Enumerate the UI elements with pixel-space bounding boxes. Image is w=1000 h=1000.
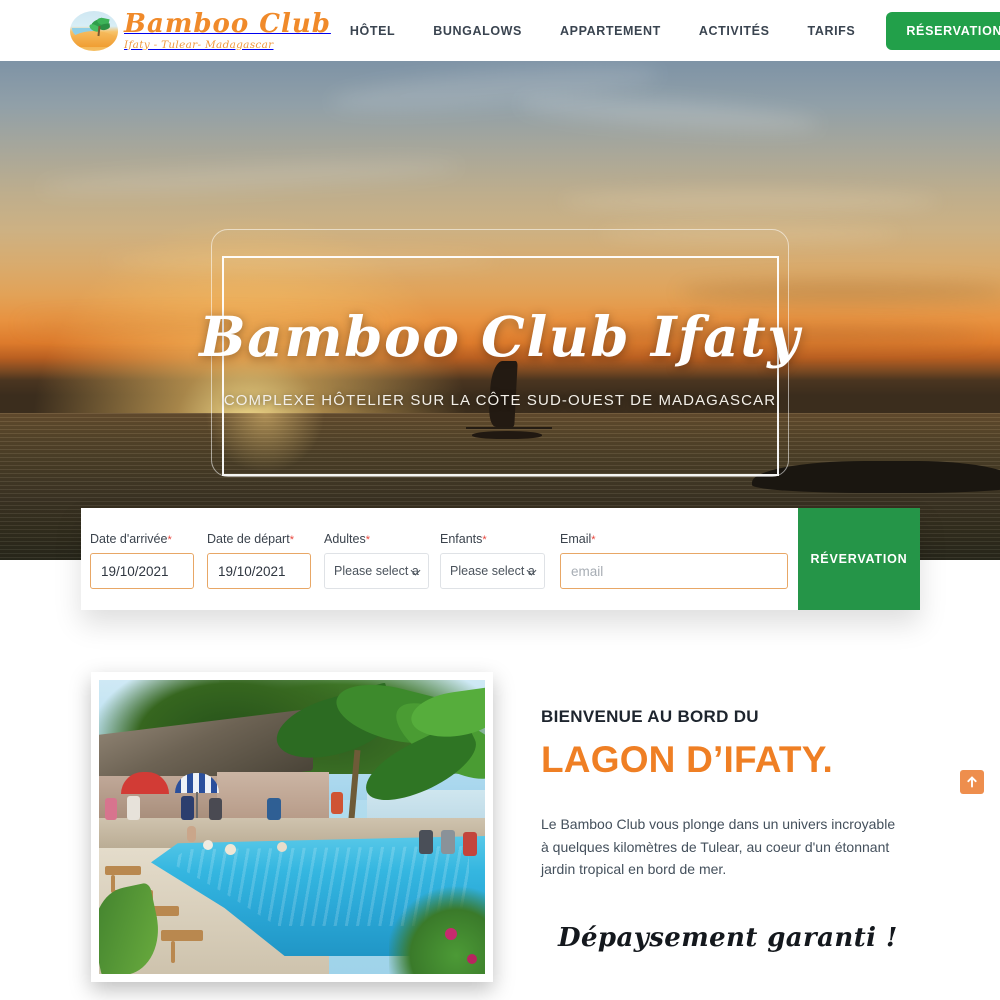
adults-select[interactable]: Please select a [324, 553, 429, 589]
label-departure-date: Date de départ* [207, 532, 294, 546]
header-reservation-button[interactable]: RÉSERVATION [886, 11, 1000, 50]
departure-date-input[interactable] [207, 553, 311, 589]
label-arrival-date: Date d'arrivée* [90, 532, 172, 546]
nav-item-hotel[interactable]: HÔTEL [331, 24, 414, 38]
brand-logo-link[interactable]: Bamboo Club Ifaty - Tulear- Madagascar [70, 8, 331, 51]
welcome-script-line: Dépaysement garanti ! [558, 922, 898, 953]
main-navigation: HÔTEL BUNGALOWS APPARTEMENT ACTIVITÉS TA… [331, 11, 1000, 50]
pool-photo-frame [91, 672, 493, 982]
welcome-title: LAGON D’IFATY. [541, 739, 833, 780]
field-arrival-date: Date d'arrivée* [90, 532, 207, 589]
booking-submit-button[interactable]: RÉVERVATION [798, 508, 920, 610]
booking-form: Date d'arrivée* Date de départ* Adultes*… [81, 508, 920, 610]
welcome-body: Le Bamboo Club vous plonge dans un unive… [541, 815, 896, 878]
nav-item-appartement[interactable]: APPARTEMENT [541, 24, 680, 38]
hero-banner: Bamboo Club Ifaty COMPLEXE HÔTELIER SUR … [0, 61, 1000, 560]
pool-photo [99, 680, 485, 974]
canoe-silhouette [752, 461, 1000, 493]
palm-beach-logo-icon [70, 10, 118, 51]
nav-item-tarifs[interactable]: TARIFS [789, 24, 875, 38]
children-select[interactable]: Please select a [440, 553, 545, 589]
welcome-kicker: BIENVENUE AU BORD DU [541, 707, 759, 726]
brand-name: Bamboo Club [124, 8, 331, 39]
field-adults: Adultes* Please select a [324, 532, 440, 589]
site-header: Bamboo Club Ifaty - Tulear- Madagascar H… [0, 0, 1000, 61]
label-children: Enfants* [440, 532, 487, 546]
welcome-copy: BIENVENUE AU BORD DU LAGON D’IFATY. Le B… [541, 707, 906, 953]
brand-tagline: Ifaty - Tulear- Madagascar [124, 38, 274, 51]
label-adults: Adultes* [324, 532, 370, 546]
arrival-date-input[interactable] [90, 553, 194, 589]
field-children: Enfants* Please select a [440, 532, 560, 589]
hero-title: Bamboo Club Ifaty [199, 304, 801, 369]
hero-subtitle: COMPLEXE HÔTELIER SUR LA CÔTE SUD-OUEST … [223, 392, 777, 409]
nav-item-bungalows[interactable]: BUNGALOWS [414, 24, 541, 38]
field-email: Email* [560, 532, 798, 589]
label-email: Email* [560, 532, 596, 546]
arrow-up-icon [967, 776, 977, 788]
scroll-to-top-button[interactable] [960, 770, 984, 794]
field-departure-date: Date de départ* [207, 532, 324, 589]
email-input[interactable] [560, 553, 788, 589]
nav-item-activites[interactable]: ACTIVITÉS [680, 24, 789, 38]
